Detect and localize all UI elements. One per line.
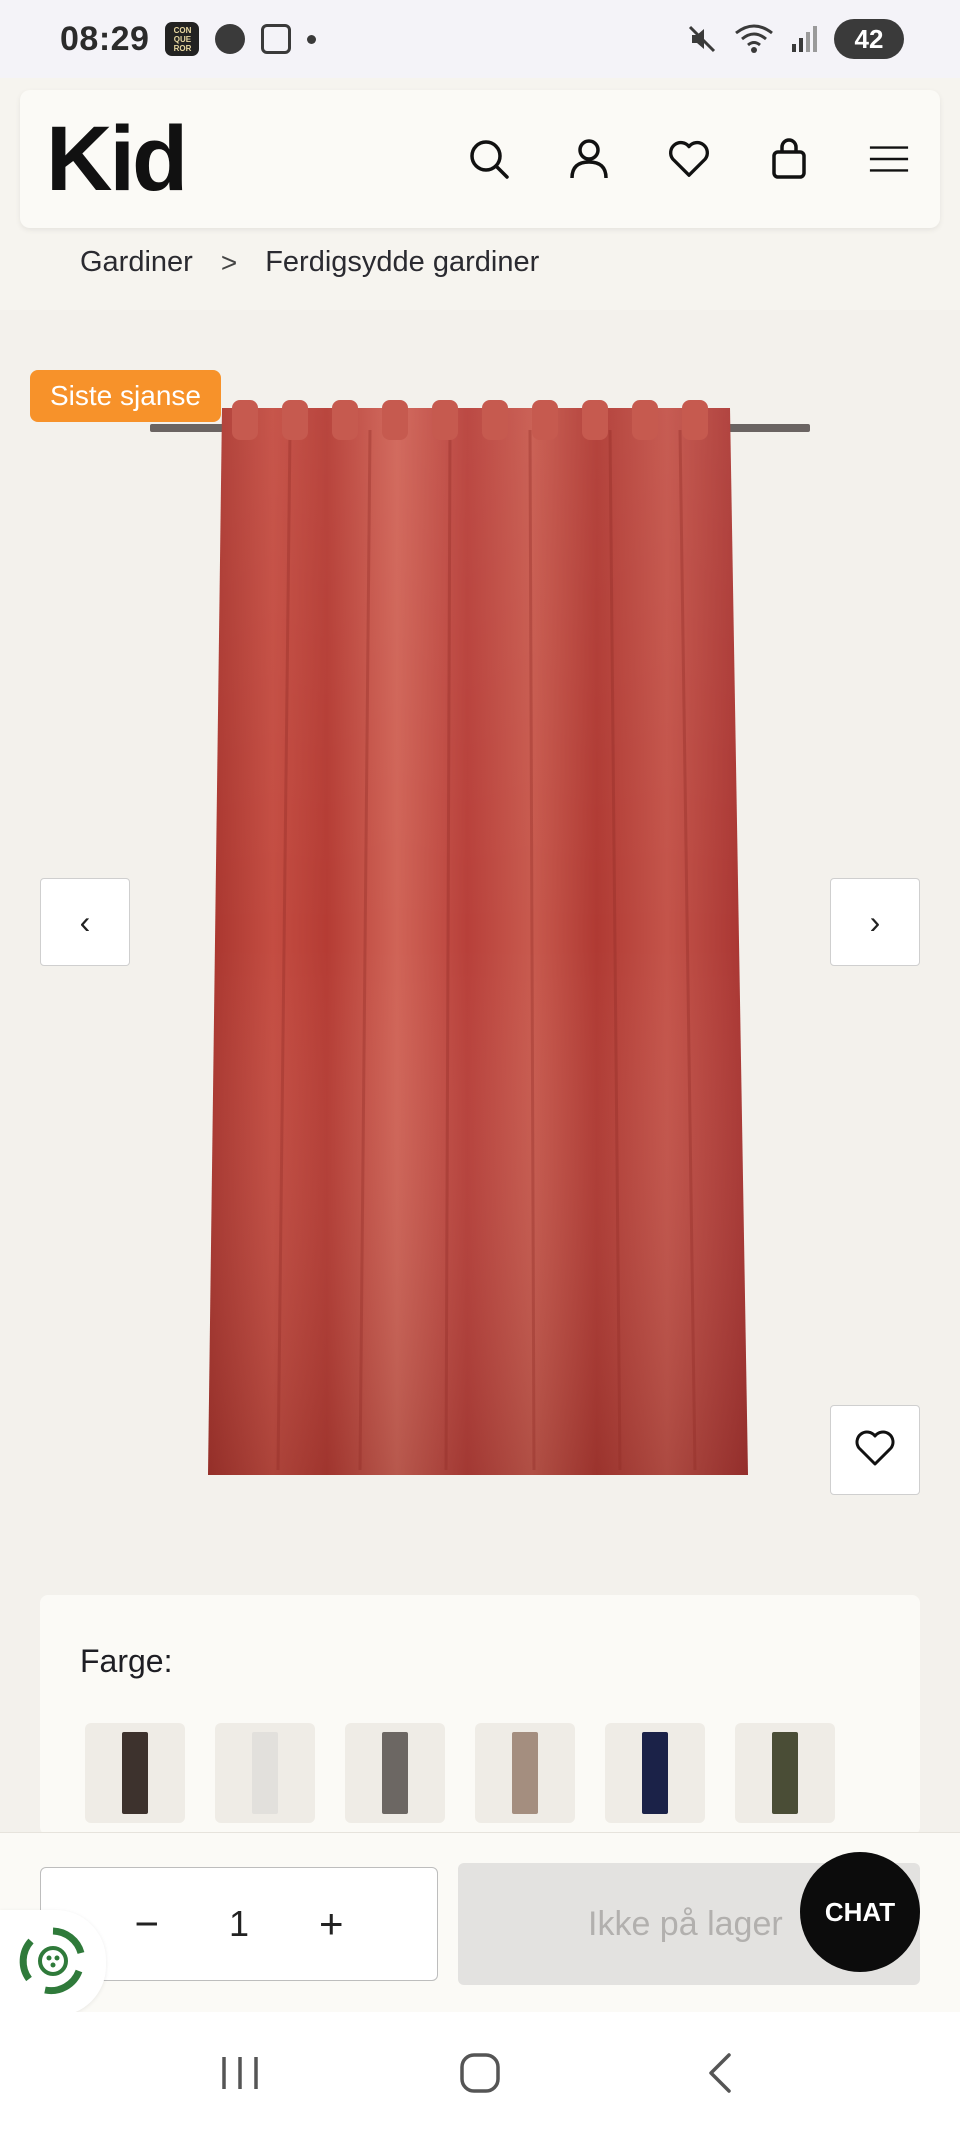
wishlist-icon[interactable]	[668, 138, 710, 180]
status-left: 08:29 CON QUE ROR	[60, 19, 317, 59]
swatch-curtain-thumbnail	[122, 1732, 148, 1814]
previous-image-button[interactable]: ‹	[40, 878, 130, 966]
recycle-icon	[17, 1925, 89, 2002]
heart-icon	[853, 1428, 897, 1473]
color-swatch[interactable]	[345, 1723, 445, 1823]
breadcrumb: Gardiner > Ferdigsydde gardiner	[80, 246, 539, 279]
last-chance-badge: Siste sjanse	[30, 370, 221, 422]
android-navigation-bar	[0, 2012, 960, 2133]
chat-button[interactable]: CHAT	[800, 1852, 920, 1972]
color-swatch[interactable]	[605, 1723, 705, 1823]
back-icon[interactable]	[690, 2043, 750, 2103]
more-notifications-dot-icon	[307, 34, 317, 44]
status-time: 08:29	[60, 19, 150, 58]
battery-level: 42	[854, 23, 884, 54]
color-swatch[interactable]	[735, 1723, 835, 1823]
site-header: Kid	[20, 90, 940, 228]
wifi-icon	[734, 23, 774, 55]
color-swatch[interactable]	[85, 1723, 185, 1823]
quantity-value[interactable]: 1	[229, 1903, 249, 1945]
status-right: 42	[686, 19, 904, 59]
screenshot-notification-icon	[261, 24, 292, 54]
signal-icon	[790, 24, 818, 54]
breadcrumb-item-gardiner[interactable]: Gardiner	[80, 246, 193, 279]
kid-logo[interactable]: Kid	[46, 113, 188, 205]
chevron-left-icon: ‹	[79, 903, 91, 940]
swatch-curtain-thumbnail	[512, 1732, 538, 1814]
color-label: Farge:	[80, 1643, 173, 1679]
cart-icon[interactable]	[768, 138, 810, 180]
swatch-curtain-thumbnail	[252, 1732, 278, 1814]
status-bar: 08:29 CON QUE ROR 42	[0, 0, 960, 78]
app-notification-icon: CON QUE ROR	[165, 22, 200, 56]
search-icon[interactable]	[468, 138, 510, 180]
header-icons	[468, 138, 910, 180]
account-icon[interactable]	[568, 138, 610, 180]
swatch-curtain-thumbnail	[642, 1732, 668, 1814]
color-swatches	[85, 1723, 835, 1823]
recent-apps-icon[interactable]	[210, 2043, 270, 2103]
menu-icon[interactable]	[868, 138, 910, 180]
person-notification-icon	[215, 24, 246, 54]
product-image[interactable]	[150, 400, 810, 1475]
increase-quantity-button[interactable]: +	[319, 1903, 344, 1945]
home-icon[interactable]	[450, 2043, 510, 2103]
color-selector: Farge:	[40, 1595, 920, 1835]
breadcrumb-separator: >	[220, 246, 238, 278]
decrease-quantity-button[interactable]: −	[134, 1903, 159, 1945]
color-swatch[interactable]	[475, 1723, 575, 1823]
next-image-button[interactable]: ›	[830, 878, 920, 966]
recycle-badge[interactable]	[0, 1910, 106, 2016]
mute-icon	[686, 23, 718, 55]
color-swatch[interactable]	[215, 1723, 315, 1823]
breadcrumb-item-ferdigsydde[interactable]: Ferdigsydde gardiner	[265, 246, 539, 279]
chevron-right-icon: ›	[869, 903, 881, 940]
add-to-wishlist-button[interactable]	[830, 1405, 920, 1495]
swatch-curtain-thumbnail	[382, 1732, 408, 1814]
swatch-curtain-thumbnail	[772, 1732, 798, 1814]
battery-indicator: 42	[834, 19, 904, 59]
